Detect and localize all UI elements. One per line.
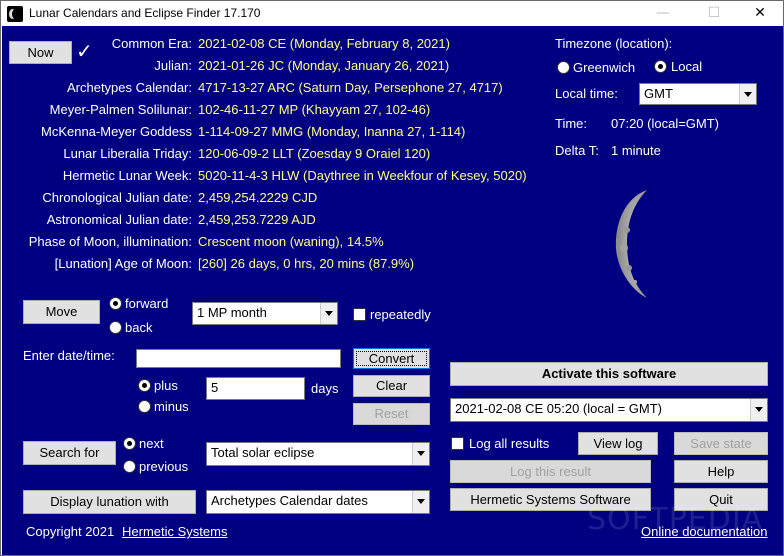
meyer-palmen-value: 102-46-11-27 MP (Khayyam 27, 102-46) bbox=[198, 102, 431, 117]
clear-button[interactable]: Clear bbox=[353, 375, 430, 397]
moon-phase-value: Crescent moon (waning), 14.5% bbox=[198, 234, 384, 249]
julian-label: Julian: bbox=[154, 58, 192, 73]
moon-age-value: [260] 26 days, 0 hrs, 20 mins (87.9%) bbox=[198, 256, 415, 271]
activate-button[interactable]: Activate this software bbox=[450, 362, 768, 386]
hermetic-week-value: 5020-11-4-3 HLW (Daythree in Weekfour of… bbox=[198, 168, 527, 183]
save-state-button[interactable]: Save state bbox=[674, 432, 768, 455]
days-input[interactable]: 5 bbox=[206, 377, 305, 400]
astronomical-jd-value: 2,459,253.7229 AJD bbox=[198, 212, 316, 227]
repeatedly-checkbox[interactable] bbox=[353, 308, 366, 321]
minus-radio[interactable] bbox=[138, 400, 151, 413]
forward-label: forward bbox=[125, 296, 169, 311]
chronological-jd-label: Chronological Julian date: bbox=[42, 190, 192, 205]
astronomical-jd-label: Astronomical Julian date: bbox=[46, 212, 192, 227]
common-era-value: 2021-02-08 CE (Monday, February 8, 2021) bbox=[198, 36, 450, 51]
move-unit-select[interactable]: 1 MP month bbox=[192, 302, 338, 325]
copyright-text: Copyright 2021 bbox=[26, 524, 115, 539]
moon-age-label: [Lunation] Age of Moon: bbox=[54, 256, 192, 271]
local-time-label: Local time: bbox=[555, 86, 618, 101]
move-button[interactable]: Move bbox=[23, 300, 100, 324]
app-icon bbox=[7, 6, 23, 22]
local-radio[interactable] bbox=[654, 60, 667, 73]
enter-date-label: Enter date/time: bbox=[23, 348, 115, 363]
next-radio[interactable] bbox=[123, 437, 136, 450]
meyer-palmen-label: Meyer-Palmen Solilunar: bbox=[49, 102, 192, 117]
greenwich-radio[interactable] bbox=[557, 61, 570, 74]
online-docs-link[interactable]: Online documentation bbox=[641, 524, 767, 539]
result-select[interactable]: 2021-02-08 CE 05:20 (local = GMT) bbox=[450, 398, 768, 422]
main-panel: Now ✓ Common Era: 2021-02-08 CE (Monday,… bbox=[2, 26, 783, 555]
next-label: next bbox=[139, 436, 164, 451]
date-time-input[interactable] bbox=[136, 349, 341, 368]
days-label: days bbox=[311, 381, 339, 396]
common-era-label: Common Era: bbox=[111, 36, 192, 51]
repeatedly-label: repeatedly bbox=[370, 307, 431, 322]
local-label: Local bbox=[671, 59, 703, 74]
log-result-button[interactable]: Log this result bbox=[450, 460, 651, 483]
display-lunation-button[interactable]: Display lunation with bbox=[23, 490, 196, 514]
archetypes-value: 4717-13-27 ARC (Saturn Day, Persephone 2… bbox=[198, 80, 503, 95]
back-radio[interactable] bbox=[109, 321, 122, 334]
julian-value: 2021-01-26 JC (Monday, January 26, 2021) bbox=[198, 58, 450, 73]
chevron-down-icon bbox=[412, 491, 429, 513]
convert-button[interactable]: Convert bbox=[353, 348, 430, 369]
view-log-button[interactable]: View log bbox=[578, 432, 658, 455]
plus-label: plus bbox=[154, 378, 178, 393]
mckenna-meyer-label: McKenna-Meyer Goddess bbox=[40, 124, 192, 139]
delta-t-label: Delta T: bbox=[555, 143, 599, 158]
lunation-type-value: Archetypes Calendar dates bbox=[211, 493, 368, 508]
window-title: Lunar Calendars and Eclipse Finder 17.17… bbox=[29, 6, 261, 20]
chevron-down-icon bbox=[750, 399, 767, 421]
moon-phase-label: Phase of Moon, illumination: bbox=[28, 234, 192, 249]
timezone-label: Timezone (location): bbox=[555, 36, 673, 51]
search-type-select[interactable]: Total solar eclipse bbox=[206, 442, 430, 466]
back-label: back bbox=[125, 320, 153, 335]
hermetic-week-label: Hermetic Lunar Week: bbox=[62, 168, 192, 183]
mckenna-meyer-value: 1-114-09-27 MMG (Monday, Inanna 27, 1-11… bbox=[198, 124, 466, 139]
close-button[interactable]: ✕ bbox=[737, 1, 783, 26]
move-unit-value: 1 MP month bbox=[197, 305, 267, 320]
moon-icon bbox=[615, 190, 647, 298]
app-window: Lunar Calendars and Eclipse Finder 17.17… bbox=[0, 0, 784, 556]
now-button[interactable]: Now bbox=[9, 41, 72, 64]
lunar-liberalia-label: Lunar Liberalia Triday: bbox=[63, 146, 192, 161]
hermetic-systems-link[interactable]: Hermetic Systems bbox=[122, 524, 227, 539]
local-time-value: GMT bbox=[644, 86, 673, 101]
time-label: Time: bbox=[555, 116, 588, 131]
reset-button[interactable]: Reset bbox=[353, 403, 430, 425]
forward-radio[interactable] bbox=[109, 297, 122, 310]
minus-label: minus bbox=[154, 399, 189, 414]
log-all-label: Log all results bbox=[469, 436, 550, 451]
title-bar: Lunar Calendars and Eclipse Finder 17.17… bbox=[1, 1, 783, 26]
chevron-down-icon bbox=[320, 303, 337, 324]
search-type-value: Total solar eclipse bbox=[211, 445, 315, 460]
previous-radio[interactable] bbox=[123, 460, 136, 473]
chevron-down-icon bbox=[739, 84, 756, 104]
chevron-down-icon bbox=[412, 443, 429, 465]
greenwich-label: Greenwich bbox=[573, 60, 636, 75]
local-time-select[interactable]: GMT bbox=[639, 83, 757, 105]
log-all-checkbox[interactable] bbox=[451, 437, 464, 450]
previous-label: previous bbox=[139, 459, 189, 474]
lunation-type-select[interactable]: Archetypes Calendar dates bbox=[206, 490, 430, 514]
delta-t-value: 1 minute bbox=[611, 143, 661, 158]
help-button[interactable]: Help bbox=[674, 460, 768, 483]
minimize-button[interactable]: — bbox=[640, 1, 686, 26]
lunar-liberalia-value: 120-06-09-2 LLT (Zoesday 9 Oraiel 120) bbox=[198, 146, 431, 161]
time-value: 07:20 (local=GMT) bbox=[611, 116, 720, 131]
maximize-button[interactable]: ☐ bbox=[691, 1, 737, 26]
check-icon: ✓ bbox=[76, 39, 93, 63]
archetypes-label: Archetypes Calendar: bbox=[66, 80, 192, 95]
chronological-jd-value: 2,459,254.2229 CJD bbox=[198, 190, 318, 205]
plus-radio[interactable] bbox=[138, 379, 151, 392]
search-for-button[interactable]: Search for bbox=[23, 441, 116, 465]
result-select-value: 2021-02-08 CE 05:20 (local = GMT) bbox=[455, 401, 663, 416]
